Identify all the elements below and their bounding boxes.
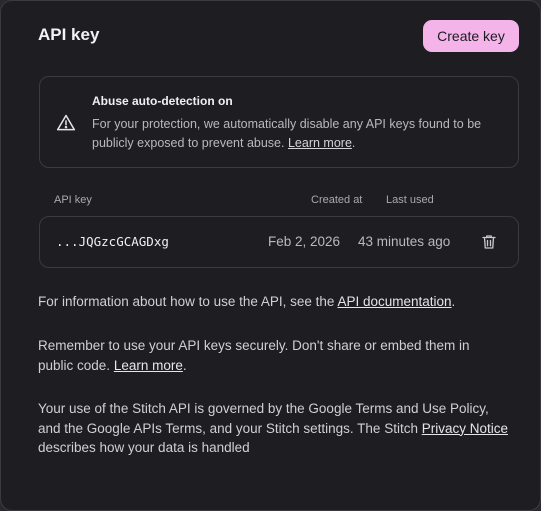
api-docs-info: For information about how to use the API… (38, 292, 508, 312)
privacy-notice-link[interactable]: Privacy Notice (422, 421, 508, 436)
last-used-value: 43 minutes ago (358, 234, 451, 249)
alert-title: Abuse auto-detection on (92, 94, 233, 108)
alert-body: For your protection, we automatically di… (92, 115, 507, 153)
warning-triangle-icon (56, 113, 76, 133)
column-header-api-key: API key (54, 194, 92, 206)
info-suffix: . (451, 294, 456, 309)
info-text: Remember to use your API keys securely. … (38, 338, 470, 373)
table-row: ...JQGzcGCAGDxg Feb 2, 2026 43 minutes a… (39, 216, 519, 268)
api-key-value: ...JQGzcGCAGDxg (56, 234, 169, 249)
info-text: For information about how to use the API… (38, 294, 338, 309)
info-suffix: . (182, 357, 187, 373)
abuse-detection-alert: Abuse auto-detection on For your protect… (39, 76, 519, 168)
api-key-panel: API key Create key Abuse auto-detection … (0, 0, 541, 511)
column-header-created-at: Created at (311, 194, 363, 206)
page-title: API key (38, 25, 100, 44)
info-suffix: describes how your data is handled (38, 440, 250, 455)
alert-text: For your protection, we automatically di… (92, 117, 482, 150)
column-header-last-used: Last used (386, 194, 434, 206)
trash-icon[interactable] (480, 233, 498, 251)
terms-info: Your use of the Stitch API is governed b… (38, 399, 508, 458)
security-learn-more-link[interactable]: Learn more (114, 358, 183, 373)
api-documentation-link[interactable]: API documentation (337, 294, 451, 309)
create-key-button[interactable]: Create key (423, 20, 519, 52)
alert-suffix: . (351, 136, 356, 150)
created-at-value: Feb 2, 2026 (268, 234, 341, 249)
alert-learn-more-link[interactable]: Learn more (288, 136, 352, 150)
security-info: Remember to use your API keys securely. … (38, 336, 508, 375)
